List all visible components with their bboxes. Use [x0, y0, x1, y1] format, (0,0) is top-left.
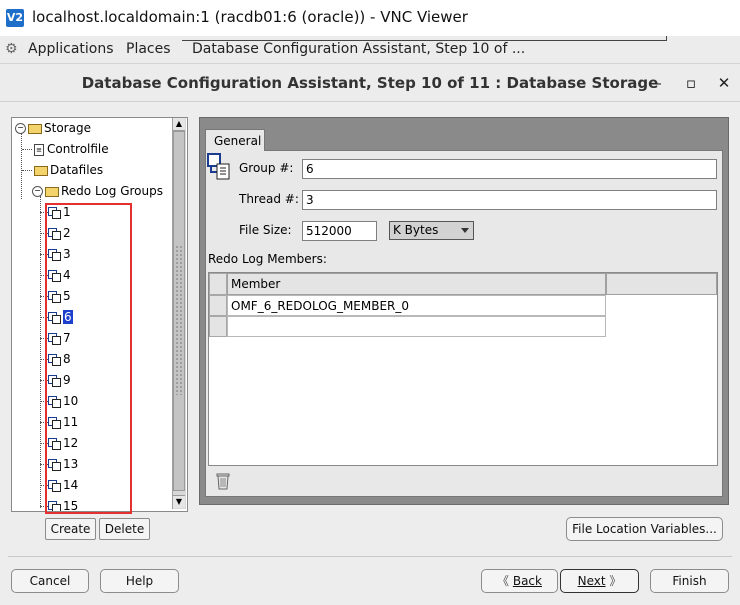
tree-node-redo-log-groups[interactable]: − Redo Log Groups — [15, 181, 163, 201]
pane-splitter[interactable] — [175, 245, 183, 395]
controlfile-icon: ≡ — [34, 143, 44, 156]
close-button[interactable]: ✕ — [716, 74, 732, 92]
file-location-variables-button[interactable]: File Location Variables... — [566, 517, 723, 541]
scroll-down-icon[interactable]: ▼ — [173, 495, 185, 508]
redo-log-group-icon — [207, 153, 230, 180]
highlight-annotation — [45, 203, 132, 514]
collapse-icon[interactable]: − — [15, 123, 26, 134]
tree-label-controlfile: Controlfile — [47, 142, 109, 156]
folder-icon — [34, 165, 48, 176]
chevron-right-icon: 》 — [609, 574, 622, 588]
create-button[interactable]: Create — [45, 518, 96, 540]
tree-label-storage: Storage — [44, 121, 91, 135]
folder-icon — [45, 186, 59, 197]
minimize-button[interactable]: – — [650, 74, 666, 92]
redo-log-members-label: Redo Log Members: — [208, 252, 327, 266]
size-unit-select[interactable]: K Bytes — [389, 221, 474, 240]
tree-label-redo-log-groups: Redo Log Groups — [61, 184, 163, 198]
chevron-down-icon — [461, 228, 469, 233]
folder-icon — [28, 123, 42, 134]
tree-node-storage[interactable]: − Storage — [15, 118, 91, 138]
applications-icon: ⚙ — [5, 41, 18, 57]
vnc-logo-icon: V2 — [6, 9, 24, 27]
file-size-label: File Size: — [239, 223, 292, 237]
members-table[interactable]: Member OMF_6_REDOLOG_MEMBER_0 — [208, 272, 718, 466]
vnc-window-title: localhost.localdomain:1 (racdb01:6 (orac… — [32, 8, 468, 26]
tree-node-datafiles[interactable]: Datafiles — [34, 160, 103, 180]
taskbar-item-dbca[interactable]: Database Configuration Assistant, Step 1… — [192, 41, 525, 57]
delete-button[interactable]: Delete — [99, 518, 150, 540]
size-unit-value: K Bytes — [393, 223, 439, 237]
column-header-empty — [606, 273, 717, 295]
file-size-field[interactable]: 512000 — [302, 221, 377, 241]
table-cell-member[interactable] — [227, 316, 606, 337]
places-menu[interactable]: Places — [126, 41, 171, 57]
tree-label-datafiles: Datafiles — [50, 163, 104, 177]
group-label: Group #: — [239, 161, 294, 175]
table-corner — [209, 273, 227, 295]
footer-separator — [8, 556, 732, 557]
finish-button[interactable]: Finish — [650, 569, 729, 593]
window-title: Database Configuration Assistant, Step 1… — [81, 74, 659, 92]
thread-label: Thread #: — [239, 192, 299, 206]
trash-icon[interactable] — [215, 472, 231, 490]
column-header-member[interactable]: Member — [227, 273, 606, 295]
tree-node-controlfile[interactable]: ≡ Controlfile — [34, 139, 109, 159]
back-button[interactable]: 《 Back — [481, 569, 558, 593]
thread-number-field[interactable]: 3 — [302, 190, 717, 210]
cancel-button[interactable]: Cancel — [11, 569, 89, 593]
next-button[interactable]: Next 》 — [560, 569, 639, 593]
applications-menu[interactable]: Applications — [28, 41, 114, 57]
row-header[interactable] — [209, 316, 227, 337]
table-cell-member[interactable]: OMF_6_REDOLOG_MEMBER_0 — [227, 295, 606, 316]
group-number-field[interactable]: 6 — [302, 159, 717, 179]
tab-general[interactable]: General — [205, 129, 265, 151]
chevron-left-icon: 《 — [497, 574, 510, 588]
taskbar-item-frame — [182, 36, 667, 41]
maximize-button[interactable]: ▫ — [683, 74, 699, 92]
row-header[interactable] — [209, 295, 227, 316]
help-button[interactable]: Help — [100, 569, 179, 593]
scroll-up-icon[interactable]: ▲ — [173, 118, 185, 131]
collapse-icon[interactable]: − — [32, 186, 43, 197]
